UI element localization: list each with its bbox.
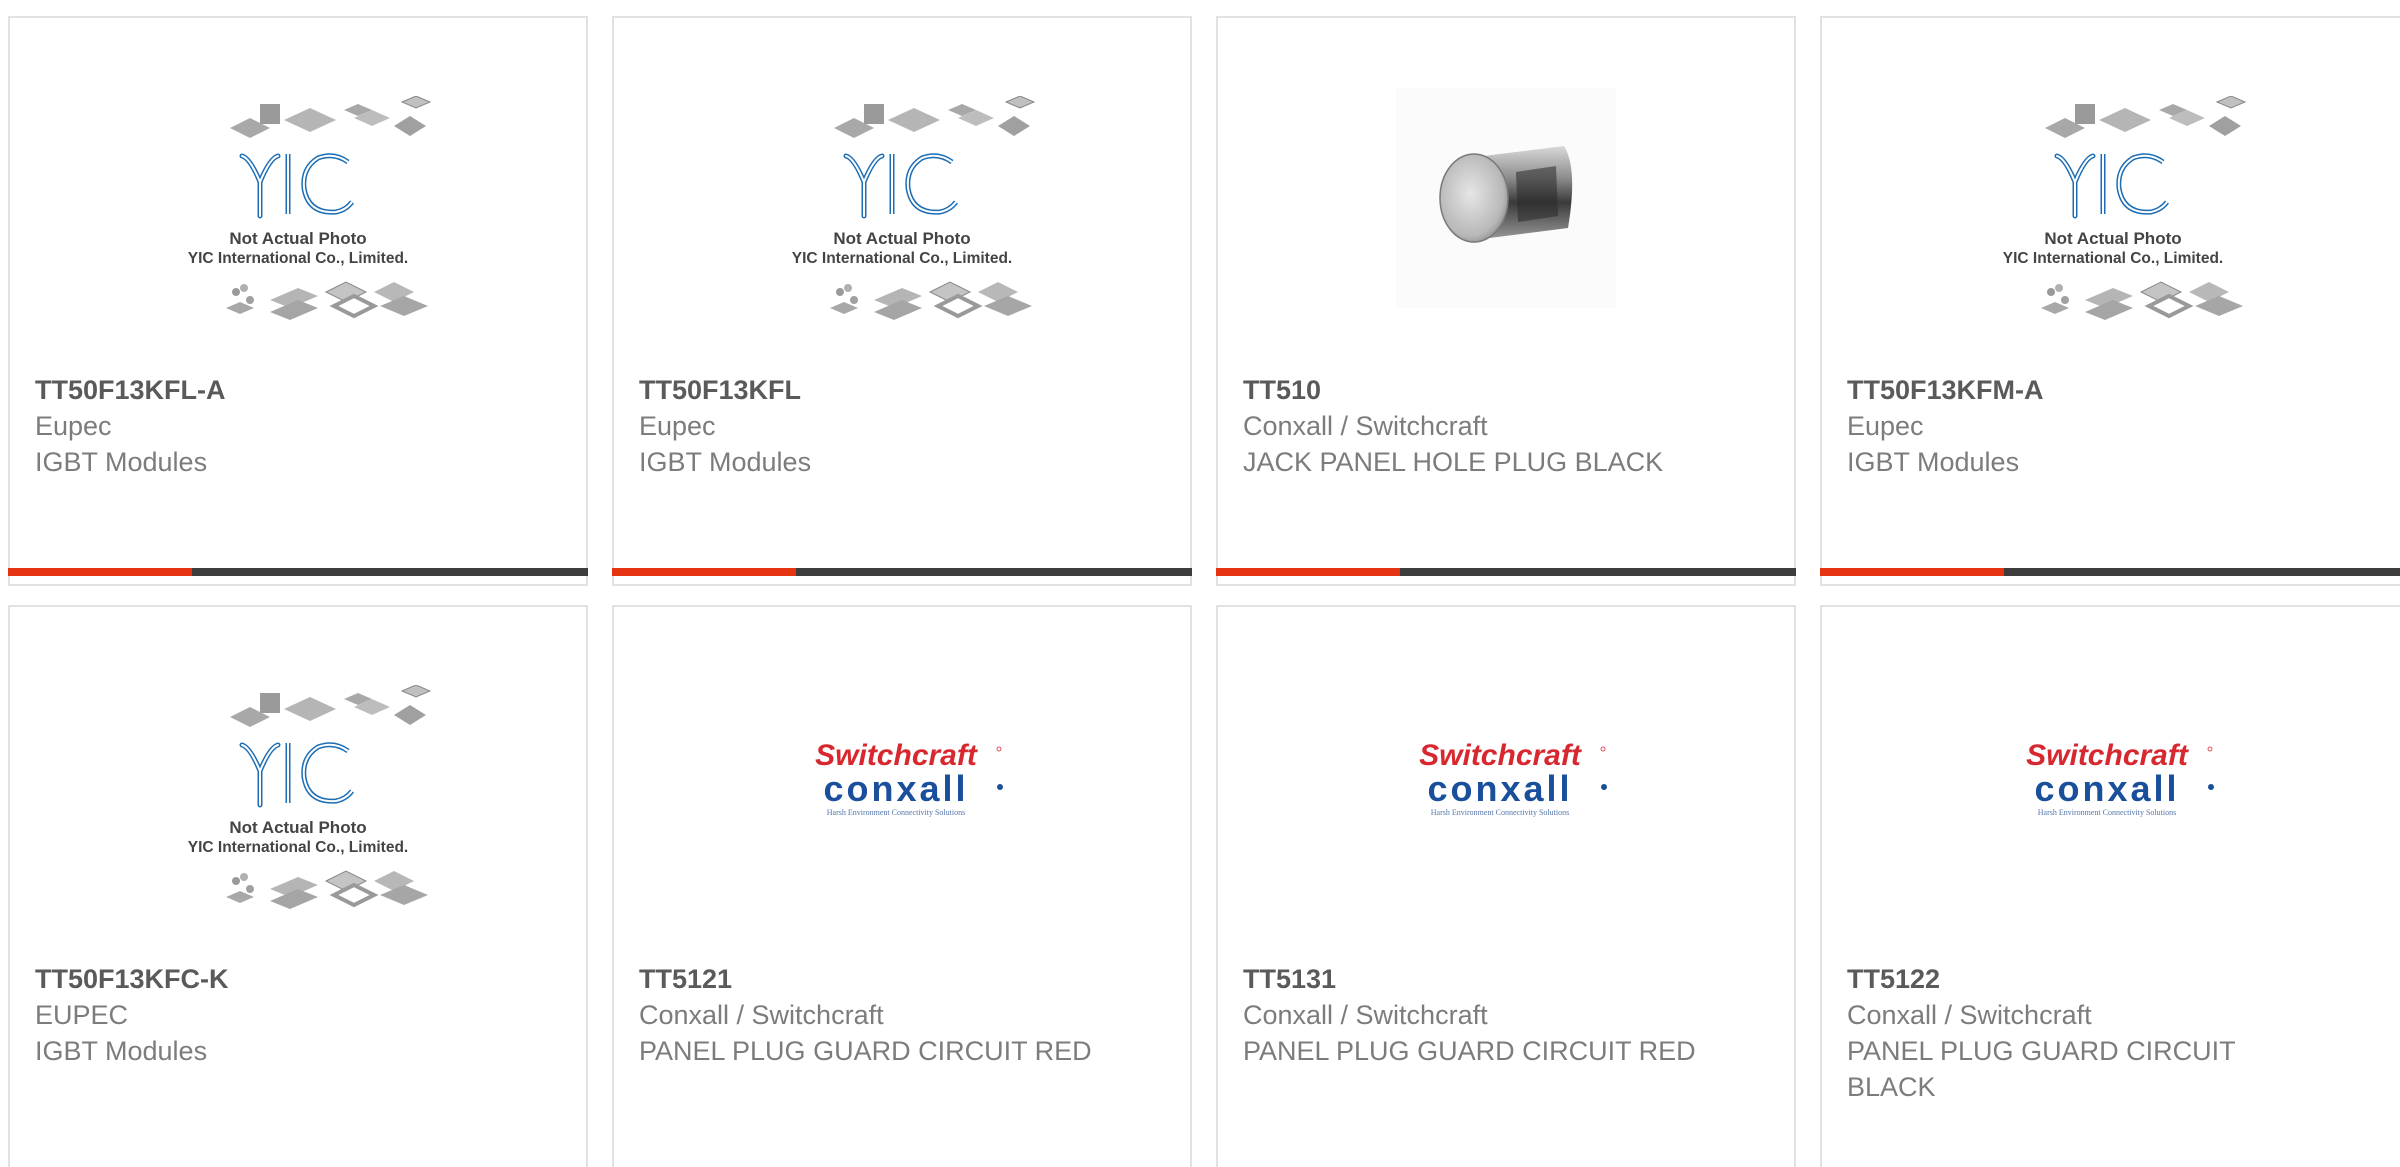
switchcraft-conxall-logo: Switchcraft conxall Harsh Environment Co… — [1419, 739, 1608, 817]
logo-tagline: Harsh Environment Connectivity Solutions — [2037, 808, 2175, 817]
placeholder-image: Not Actual Photo YIC International Co., … — [188, 96, 431, 322]
product-info: TT50F13KFL-A Eupec IGBT Modules — [35, 372, 566, 480]
part-number-link[interactable]: TT50F13KFL — [639, 372, 1170, 408]
product-card[interactable]: Not Actual Photo YIC International Co., … — [1820, 16, 2400, 586]
logo-tagline: Harsh Environment Connectivity Solutions — [1431, 808, 1569, 817]
product-info: TT5122 Conxall / Switchcraft PANEL PLUG … — [1847, 961, 2383, 1105]
logo-conxall: conxall — [2034, 768, 2179, 809]
placeholder-line1: Not Actual Photo — [229, 229, 366, 248]
placeholder-line2: YIC International Co., Limited. — [792, 250, 1012, 267]
switchcraft-conxall-logo: Switchcraft conxall Harsh Environment Co… — [815, 739, 1004, 817]
placeholder-line2: YIC International Co., Limited. — [188, 250, 408, 267]
logo-tagline: Harsh Environment Connectivity Solutions — [827, 808, 965, 817]
card-bar-accent — [1820, 568, 2004, 576]
logo-conxall: conxall — [1427, 768, 1572, 809]
description: PANEL PLUG GUARD CIRCUIT BLACK — [1847, 1036, 2236, 1102]
product-card[interactable]: Not Actual Photo YIC International Co., … — [8, 605, 588, 1167]
placeholder-line1: Not Actual Photo — [833, 229, 970, 248]
description: IGBT Modules — [35, 447, 208, 477]
description: IGBT Modules — [639, 447, 812, 477]
card-bar — [1216, 568, 1796, 576]
part-number-link[interactable]: TT5122 — [1847, 961, 2383, 997]
description: JACK PANEL HOLE PLUG BLACK — [1243, 447, 1664, 477]
manufacturer: Conxall / Switchcraft — [1847, 1000, 2092, 1030]
product-card[interactable]: Switchcraft conxall Harsh Environment Co… — [612, 605, 1192, 1167]
card-bar — [612, 568, 1192, 576]
product-card[interactable]: TT510 Conxall / Switchcraft JACK PANEL H… — [1216, 16, 1796, 586]
product-card[interactable]: Not Actual Photo YIC International Co., … — [8, 16, 588, 586]
placeholder-line1: Not Actual Photo — [229, 818, 366, 837]
manufacturer: Conxall / Switchcraft — [1243, 1000, 1488, 1030]
product-card[interactable]: Not Actual Photo YIC International Co., … — [612, 16, 1192, 586]
placeholder-line2: YIC International Co., Limited. — [188, 839, 408, 856]
product-card[interactable]: Switchcraft conxall Harsh Environment Co… — [1820, 605, 2400, 1167]
product-info: TT510 Conxall / Switchcraft JACK PANEL H… — [1243, 372, 1774, 480]
part-number-link[interactable]: TT510 — [1243, 372, 1774, 408]
product-grid: Not Actual Photo YIC International Co., … — [0, 0, 2400, 1167]
card-bar — [8, 568, 588, 576]
description: PANEL PLUG GUARD CIRCUIT RED — [639, 1036, 1092, 1066]
description: PANEL PLUG GUARD CIRCUIT RED — [1243, 1036, 1696, 1066]
part-number-link[interactable]: TT5121 — [639, 961, 1170, 997]
manufacturer: Eupec — [35, 411, 112, 441]
switchcraft-conxall-logo: Switchcraft conxall Harsh Environment Co… — [2026, 739, 2214, 817]
product-card[interactable]: Switchcraft conxall Harsh Environment Co… — [1216, 605, 1796, 1167]
manufacturer: Eupec — [1847, 411, 1924, 441]
card-bar-accent — [612, 568, 796, 576]
manufacturer: Eupec — [639, 411, 716, 441]
part-number-link[interactable]: TT50F13KFL-A — [35, 372, 566, 408]
plug-photo-image — [1396, 88, 1616, 308]
placeholder-line1: Not Actual Photo — [2044, 229, 2181, 248]
description: IGBT Modules — [35, 1036, 208, 1066]
product-info: TT50F13KFM-A Eupec IGBT Modules — [1847, 372, 2383, 480]
product-info: TT50F13KFC-K EUPEC IGBT Modules — [35, 961, 566, 1069]
product-info: TT50F13KFL Eupec IGBT Modules — [639, 372, 1170, 480]
card-bar-accent — [1216, 568, 1400, 576]
manufacturer: EUPEC — [35, 1000, 129, 1030]
part-number-link[interactable]: TT50F13KFM-A — [1847, 372, 2383, 408]
placeholder-image: Not Actual Photo YIC International Co., … — [792, 96, 1035, 322]
placeholder-image: Not Actual Photo YIC International Co., … — [2002, 96, 2245, 322]
part-number-link[interactable]: TT50F13KFC-K — [35, 961, 566, 997]
part-number-link[interactable]: TT5131 — [1243, 961, 1774, 997]
card-bar-accent — [8, 568, 192, 576]
product-info: TT5131 Conxall / Switchcraft PANEL PLUG … — [1243, 961, 1774, 1069]
placeholder-line2: YIC International Co., Limited. — [2002, 250, 2222, 267]
description: IGBT Modules — [1847, 447, 2020, 477]
card-bar — [1820, 568, 2400, 576]
manufacturer: Conxall / Switchcraft — [1243, 411, 1488, 441]
product-info: TT5121 Conxall / Switchcraft PANEL PLUG … — [639, 961, 1170, 1069]
logo-conxall: conxall — [823, 768, 968, 809]
manufacturer: Conxall / Switchcraft — [639, 1000, 884, 1030]
placeholder-image: Not Actual Photo YIC International Co., … — [188, 685, 431, 911]
